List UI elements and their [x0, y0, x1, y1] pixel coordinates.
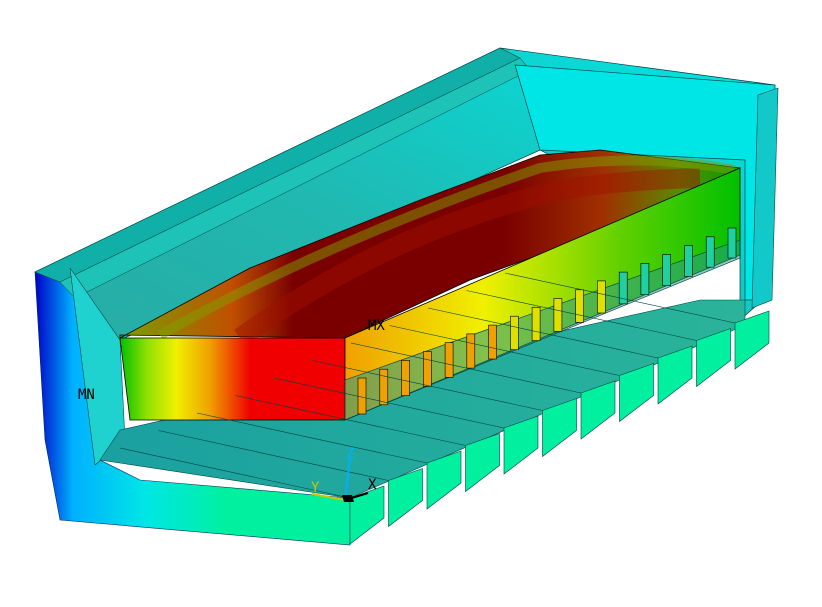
slot — [401, 360, 410, 396]
block-front — [119, 337, 346, 421]
slot — [444, 342, 454, 378]
triad-origin — [342, 495, 354, 502]
triad-x-label: X — [368, 477, 377, 493]
slot — [488, 324, 497, 360]
slot — [466, 333, 476, 369]
fea-contour-plot: X Y Z MX MN — [34, 47, 779, 546]
slot — [553, 298, 563, 332]
slot — [705, 236, 715, 268]
slot — [662, 254, 672, 286]
slot — [727, 227, 737, 259]
triad-y-label: Y — [311, 480, 320, 496]
triad-z-label: Z — [346, 446, 354, 462]
slot — [510, 315, 519, 351]
slot — [640, 262, 650, 295]
slot — [379, 368, 389, 406]
slot — [575, 289, 584, 323]
slot — [684, 245, 693, 277]
slot — [597, 280, 606, 314]
max-marker: MX — [368, 318, 385, 334]
min-marker: MN — [78, 387, 95, 403]
slot — [357, 377, 367, 415]
slot — [531, 307, 541, 341]
slot — [422, 351, 432, 387]
